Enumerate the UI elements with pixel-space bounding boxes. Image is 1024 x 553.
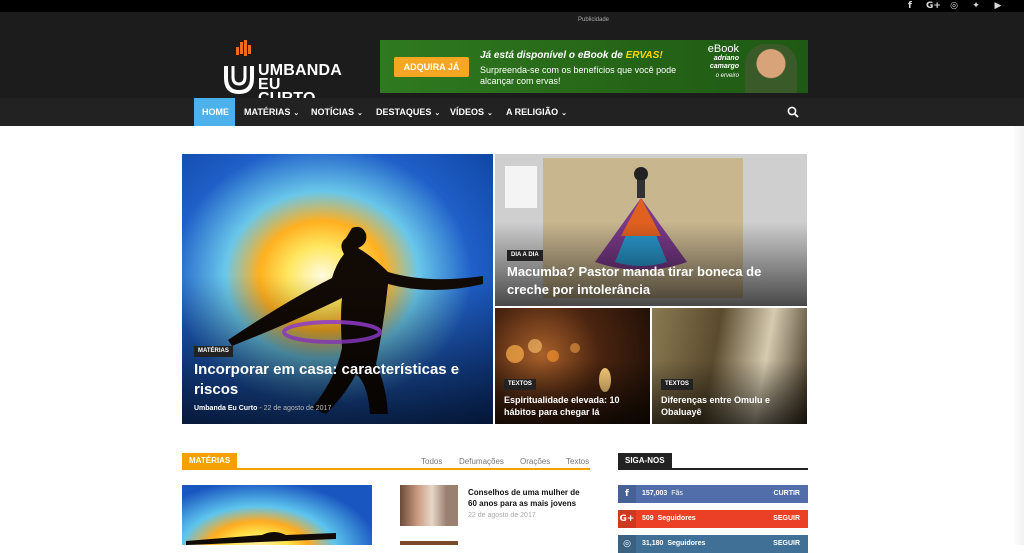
scroll-fade: [1012, 126, 1024, 545]
site-logo[interactable]: UMBANDA EU CURTO: [222, 40, 342, 107]
chevron-down-icon: ⌄: [357, 110, 363, 117]
nav-label: MATÉRIAS: [244, 107, 291, 117]
top-bar: f G+ ◎ ✦ ▶: [0, 0, 1024, 12]
nav-item-noticias[interactable]: NOTÍCIAS ⌄: [303, 98, 371, 126]
count-unit: Fãs: [671, 490, 683, 497]
follow-count: 157,003 Fãs: [642, 485, 683, 503]
count-unit: Seguidores: [667, 540, 706, 547]
main-nav: HOME MATÉRIAS ⌄ NOTÍCIAS ⌄ DESTAQUES ⌄ VÍDE…: [0, 98, 1024, 126]
chevron-down-icon: ⌄: [487, 110, 493, 117]
count-value: 31,180: [642, 540, 664, 547]
materia-thumb-2[interactable]: [400, 541, 458, 545]
featured-post-bottom-left[interactable]: TEXTOS Espiritualidade elevada: 10 hábit…: [495, 308, 650, 424]
nav-item-videos[interactable]: VÍDEOS ⌄: [442, 98, 501, 126]
post-title[interactable]: Incorporar em casa: características e ri…: [194, 360, 484, 400]
post-title[interactable]: Macumba? Pastor manda tirar boneca de cr…: [507, 263, 797, 299]
nav-item-a-religiao[interactable]: A RELIGIÃO ⌄: [498, 98, 575, 126]
featured-post-large[interactable]: MATÉRIAS Incorporar em casa: característ…: [182, 154, 493, 424]
site-header: Publicidade UMBANDA EU CURTO ADQUIRA JÁ …: [0, 12, 1024, 107]
curtir-button[interactable]: CURTIR: [774, 485, 800, 503]
google-plus-icon[interactable]: G+: [926, 0, 941, 12]
count-unit: Seguidores: [657, 515, 696, 522]
facebook-icon: f: [618, 485, 636, 503]
ebook-sub: o erveiro: [715, 73, 739, 79]
facebook-icon[interactable]: f: [904, 0, 916, 12]
google-plus-icon: G+: [618, 510, 636, 528]
top-social-icons: f G+ ◎ ✦ ▶: [904, 0, 1004, 12]
nav-item-materias[interactable]: MATÉRIAS ⌄: [236, 98, 307, 126]
materia-thumb[interactable]: [400, 485, 458, 526]
ad-label: Publicidade: [578, 17, 610, 23]
featured-post-top-right[interactable]: DIA A DIA Macumba? Pastor manda tirar bo…: [495, 154, 807, 306]
section-title[interactable]: MATÉRIAS: [182, 453, 238, 468]
count-value: 157,003: [642, 490, 668, 497]
chevron-down-icon: ⌄: [293, 110, 300, 117]
post-author[interactable]: Umbanda Eu Curto: [194, 405, 257, 412]
adquira-button[interactable]: ADQUIRA JÁ: [394, 57, 469, 77]
nav-label: A RELIGIÃO: [506, 107, 559, 117]
chevron-down-icon: ⌄: [561, 110, 568, 117]
googleplus-follow-row[interactable]: G+ 509 Seguidores SEGUIR: [618, 510, 808, 528]
logo-mark-icon: [224, 40, 254, 94]
banner-headline-text: Já está disponível o eBook de: [480, 50, 626, 61]
materia-side-date: 22 de agosto de 2017: [468, 512, 536, 519]
filter-defumacoes[interactable]: Defumações: [459, 457, 504, 466]
dancer-silhouette-image: [186, 532, 336, 545]
materia-card-image[interactable]: [182, 485, 372, 545]
instagram-icon: ◎: [618, 535, 636, 553]
filter-todos[interactable]: Todos: [421, 457, 442, 466]
ebook-label: eBook adriano camargo o erveiro: [683, 43, 739, 80]
featured-post-bottom-right[interactable]: TEXTOS Diferenças entre Omulu e Obaluayê: [652, 308, 807, 424]
count-value: 509: [642, 515, 654, 522]
chevron-down-icon: ⌄: [434, 110, 441, 117]
category-tag[interactable]: DIA A DIA: [507, 250, 543, 261]
follow-count: 509 Seguidores: [642, 510, 696, 528]
nav-label: HOME: [202, 107, 229, 117]
ebook-ad-banner[interactable]: ADQUIRA JÁ Já está disponível o eBook de…: [380, 40, 808, 93]
banner-highlight: ERVAS!: [625, 50, 663, 61]
category-tag[interactable]: TEXTOS: [661, 379, 693, 390]
category-tag[interactable]: TEXTOS: [504, 379, 536, 390]
paper-note: [505, 166, 537, 208]
post-title[interactable]: Diferenças entre Omulu e Obaluayê: [661, 394, 801, 418]
instagram-icon[interactable]: ◎: [948, 0, 960, 12]
materia-side-title[interactable]: Conselhos de uma mulher de 60 anos para …: [468, 487, 590, 509]
nav-label: VÍDEOS: [450, 107, 485, 117]
post-title[interactable]: Espiritualidade elevada: 10 hábitos para…: [504, 394, 644, 418]
seguir-button[interactable]: SEGUIR: [773, 535, 800, 553]
category-tag[interactable]: MATÉRIAS: [194, 346, 233, 357]
nav-item-home[interactable]: HOME: [194, 98, 235, 126]
youtube-icon[interactable]: ▶: [992, 0, 1004, 12]
siga-nos-header: SIGA-NOS: [618, 453, 808, 470]
filter-oracoes[interactable]: Orações: [520, 457, 550, 466]
nav-label: DESTAQUES: [376, 107, 432, 117]
banner-headline: Já está disponível o eBook de ERVAS!: [480, 50, 663, 61]
facebook-follow-row[interactable]: f 157,003 Fãs CURTIR: [618, 485, 808, 503]
instagram-follow-row[interactable]: ◎ 31,180 Seguidores SEGUIR: [618, 535, 808, 553]
nav-label: NOTÍCIAS: [311, 107, 355, 117]
post-meta: Umbanda Eu Curto - 22 de agosto de 2017: [194, 405, 332, 412]
twitter-icon[interactable]: ✦: [970, 0, 982, 12]
banner-subtext: Surpreenda-se com os benefícios que você…: [480, 65, 677, 86]
section-title: SIGA-NOS: [618, 453, 672, 468]
filter-textos[interactable]: Textos: [566, 457, 589, 466]
ebook-title: eBook: [707, 43, 739, 55]
seguir-button[interactable]: SEGUIR: [773, 510, 800, 528]
author-photo: [745, 44, 797, 93]
search-icon[interactable]: [787, 106, 799, 118]
post-date: 22 de agosto de 2017: [263, 405, 332, 412]
ebook-author: adriano camargo: [709, 55, 739, 70]
follow-count: 31,180 Seguidores: [642, 535, 705, 553]
nav-item-destaques[interactable]: DESTAQUES ⌄: [368, 98, 448, 126]
